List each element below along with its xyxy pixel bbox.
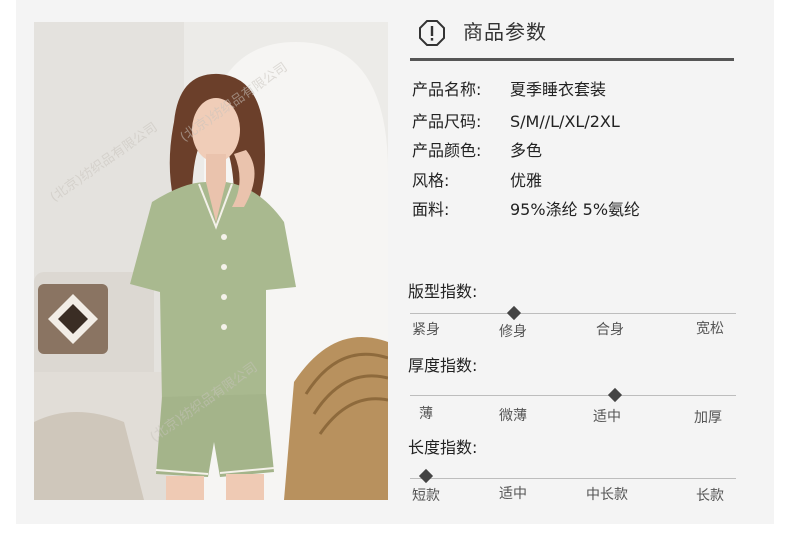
thickness-option: 薄: [419, 406, 433, 422]
fit-option: 紧身: [412, 322, 440, 338]
fit-option: 合身: [596, 322, 624, 338]
param-value: S/M//L/XL/2XL: [510, 112, 620, 131]
exclamation-octagon-icon: [419, 20, 445, 46]
param-value: 95%涤纶 5%氨纶: [510, 200, 641, 219]
fit-index-line: [410, 313, 736, 314]
param-value: 夏季睡衣套装: [510, 80, 607, 99]
thickness-option: 适中: [593, 409, 621, 425]
thickness-option: 加厚: [694, 410, 722, 426]
length-index-line: [410, 478, 736, 479]
length-index-title: 长度指数:: [408, 438, 478, 457]
length-option: 适中: [499, 486, 527, 502]
param-label: 产品名称:: [412, 80, 482, 99]
length-option: 短款: [412, 488, 440, 504]
param-value: 多色: [510, 141, 543, 160]
fit-index-title: 版型指数:: [408, 282, 478, 301]
param-label: 产品颜色:: [412, 141, 482, 160]
fit-option: 修身: [499, 324, 527, 340]
section-title: 商品参数: [463, 20, 547, 44]
param-label: 产品尺码:: [412, 112, 482, 131]
length-option: 长款: [696, 488, 724, 504]
thickness-index-line: [410, 395, 736, 396]
length-option: 中长款: [586, 487, 628, 503]
param-label: 面料:: [412, 200, 450, 219]
header-divider: [410, 58, 734, 61]
thickness-option: 微薄: [499, 408, 527, 424]
param-value: 优雅: [510, 171, 543, 190]
fit-option: 宽松: [696, 321, 724, 337]
param-label: 风格:: [412, 171, 450, 190]
thickness-index-title: 厚度指数:: [408, 356, 478, 375]
product-photo: (北京)纺织品有限公司 (北京)纺织品有限公司 (北京)纺织品有限公司: [34, 22, 388, 500]
